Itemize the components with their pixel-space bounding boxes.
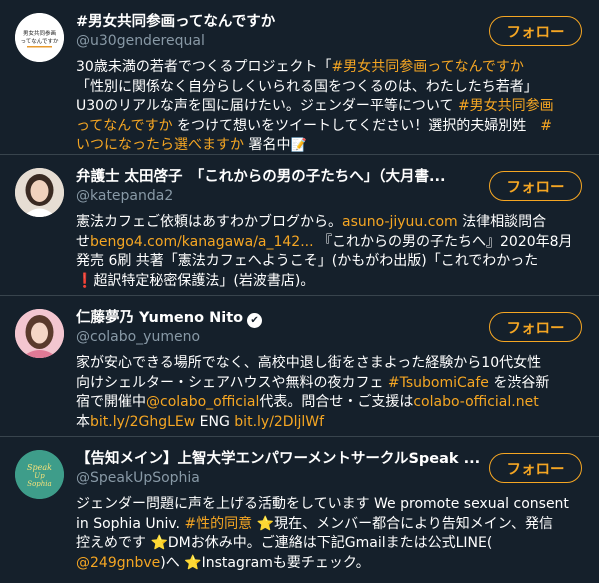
display-name[interactable]: 弁護士 太田啓子 「これからの男の子たちへ」（大月書...	[76, 165, 486, 186]
hashtag-link[interactable]: #性的同意	[184, 516, 252, 532]
url-link[interactable]: bit.ly/2GhgLEw	[90, 414, 195, 430]
hashtag-link[interactable]: #TsubomiCafe	[388, 375, 489, 391]
user-handle[interactable]: @SpeakUpSophia	[76, 470, 200, 486]
url-link[interactable]: bengo4.com/kanagawa/a_142...	[90, 234, 314, 250]
hashtag-link[interactable]: ってなんですか	[76, 118, 173, 134]
mention-link[interactable]: @249gnbve	[76, 555, 160, 571]
svg-text:Sophia: Sophia	[27, 480, 51, 488]
svg-text:Up: Up	[34, 472, 45, 480]
bio-text: 向けシェルター・シェアハウスや無料の夜カフェ	[76, 374, 388, 391]
avatar[interactable]: Speak Up Sophia	[15, 450, 64, 499]
user-bio: 憲法カフェご依頼はあすわかブログから。asuno-jiyuu.com 法律相談問…	[76, 213, 586, 291]
profile-photo	[15, 168, 64, 217]
display-name[interactable]: 【告知メイン】上智大学エンパワーメントサークルSpeak ...	[76, 447, 486, 468]
user-bio: ジェンダー問題に声を上げる活動をしています We promote sexual …	[76, 495, 586, 573]
star-icon: ⭐	[150, 535, 168, 551]
verified-badge-icon: ✔	[247, 313, 263, 328]
display-name[interactable]: #男女共同参画ってなんですか	[76, 10, 486, 31]
avatar[interactable]	[15, 168, 64, 217]
exclamation-icon: ❗	[76, 272, 94, 289]
bio-text: 法律相談問合	[457, 214, 547, 230]
user-handle[interactable]: @colabo_yumeno	[76, 329, 200, 345]
user-handle[interactable]: @u30genderequal	[76, 33, 205, 49]
bio-text: 本	[76, 413, 90, 430]
user-bio: 家が安心できる場所でなく、高校中退し街をさまよった経験から10代女性 向けシェル…	[76, 354, 586, 432]
display-name[interactable]: 仁藤夢乃 Yumeno Nito ✔	[76, 306, 486, 328]
bio-text: をつけて想いをツイートしてください！選択的夫婦別姓	[172, 117, 541, 134]
svg-text:Speak: Speak	[27, 463, 52, 472]
url-link[interactable]: asuno-jiyuu.com	[342, 214, 458, 230]
hashtag-link[interactable]: いつになったら選べますか	[76, 137, 244, 153]
avatar[interactable]: 男女共同参画 ってなんですか	[15, 13, 64, 62]
follow-button[interactable]: フォロー	[489, 16, 582, 46]
url-link[interactable]: colabo-official.net	[413, 394, 538, 410]
bio-text: 宿で開催中	[76, 394, 146, 410]
url-link[interactable]: bit.ly/2DljlWf	[234, 414, 324, 430]
display-name-text[interactable]: 仁藤夢乃 Yumeno Nito	[76, 310, 243, 326]
bio-text: 憲法カフェご依頼はあすわかブログから。	[76, 214, 342, 230]
follow-button[interactable]: フォロー	[489, 171, 582, 201]
bio-text: 30歳未満の若者でつくるプロジェクト「	[76, 59, 332, 75]
user-handle[interactable]: @katepanda2	[76, 188, 173, 204]
svg-text:男女共同参画: 男女共同参画	[23, 29, 56, 37]
bio-text: U30のリアルな声を国に届けたい。ジェンダー平等について	[76, 98, 458, 114]
star-icon: ⭐	[252, 515, 275, 532]
bio-text: 代表。問合せ・ご支援は	[259, 394, 414, 410]
bio-text: 控えめです	[76, 535, 151, 551]
profile-logo-image: 男女共同参画 ってなんですか	[15, 13, 64, 62]
bio-text: ENG	[195, 413, 235, 430]
mention-link[interactable]: @colabo_official	[146, 394, 259, 410]
star-icon: ⭐	[184, 554, 202, 571]
bio-text: 超訳特定秘密保護法」(岩波書店)。	[93, 272, 315, 289]
bio-text: を渋谷新	[488, 374, 550, 391]
avatar[interactable]	[15, 309, 64, 358]
svg-text:ってなんですか: ってなんですか	[21, 38, 59, 45]
bio-text: 発売 6刷 共著「憲法カフェへようこそ」(かもがわ出版)「これでわかった	[76, 253, 539, 269]
user-bio: 30歳未満の若者でつくるプロジェクト「#男女共同参画ってなんですか 「性別に関係…	[76, 58, 586, 156]
hashtag-link[interactable]: #	[540, 118, 552, 134]
bio-text: 署名中	[244, 137, 291, 153]
bio-text: 現在、メンバー都合により告知メイン、発信	[274, 515, 553, 532]
memo-icon: 📝	[290, 138, 307, 153]
bio-text: in Sophia Univ.	[76, 515, 185, 532]
bio-text: 家が安心できる場所でなく、高校中退し街をさまよった経験から10代女性	[76, 355, 542, 371]
user-row[interactable]: 仁藤夢乃 Yumeno Nito ✔ @colabo_yumeno フォロー 家が…	[0, 296, 599, 437]
bio-text: 『これからの男の子たちへ』2020年8月	[313, 233, 573, 250]
hashtag-link[interactable]: #男女共同参画ってなんですか	[332, 59, 524, 75]
follow-button[interactable]: フォロー	[489, 312, 582, 342]
user-row[interactable]: 男女共同参画 ってなんですか #男女共同参画ってなんですか @u30gender…	[0, 0, 599, 155]
user-row[interactable]: Speak Up Sophia 【告知メイン】上智大学エンパワーメントサークルS…	[0, 437, 599, 583]
bio-text: )へ	[160, 554, 185, 571]
who-to-follow-list: 男女共同参画 ってなんですか #男女共同参画ってなんですか @u30gender…	[0, 0, 599, 583]
bio-text: ジェンダー問題に声を上げる活動をしています We promote sexual …	[76, 496, 569, 512]
user-row[interactable]: 弁護士 太田啓子 「これからの男の子たちへ」（大月書... @katepanda…	[0, 155, 599, 296]
profile-photo	[15, 309, 64, 358]
bio-text: DMお休み中。ご連絡は下記Gmailまたは公式LINE(	[167, 535, 493, 551]
follow-button[interactable]: フォロー	[489, 453, 582, 483]
bio-text: 「性別に関係なく自分らしくいられる国をつくるのは、わたしたち若者」	[76, 78, 538, 95]
profile-logo-image: Speak Up Sophia	[15, 450, 64, 499]
bio-text: せ	[76, 233, 90, 250]
bio-text: Instagramも要チェック。	[201, 554, 370, 571]
hashtag-link[interactable]: #男女共同参画	[458, 98, 554, 114]
